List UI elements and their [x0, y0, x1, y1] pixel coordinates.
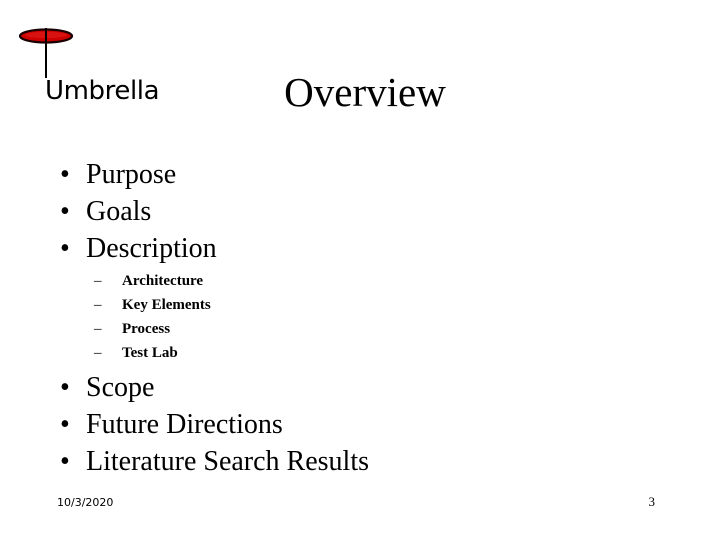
bullet-marker-icon: • [60, 196, 70, 227]
dash-marker-icon: – [94, 321, 102, 337]
sub-bullet-item-test-lab: – Test Lab [52, 341, 672, 365]
bullet-marker-icon: • [60, 159, 70, 190]
bullet-label: Scope [86, 372, 155, 403]
bullet-item-future-directions: • Future Directions [52, 406, 672, 443]
bullet-marker-icon: • [60, 446, 70, 477]
dash-marker-icon: – [94, 297, 102, 313]
bullet-item-scope: • Scope [52, 369, 672, 406]
bullet-label: Literature Search Results [86, 446, 370, 477]
sub-bullet-list: – Architecture – Key Elements – Process … [52, 269, 672, 365]
bullet-label: Description [86, 233, 217, 264]
sub-bullet-label: Process [122, 321, 171, 337]
umbrella-logo-label: Umbrella [45, 76, 160, 106]
bullet-item-goals: • Goals [52, 193, 672, 230]
dash-marker-icon: – [94, 273, 102, 289]
bullet-marker-icon: • [60, 372, 70, 403]
sub-bullet-label: Test Lab [122, 345, 178, 361]
sub-bullet-label: Architecture [122, 273, 204, 289]
footer-date: 10/3/2020 [57, 496, 114, 509]
bullet-label: Goals [86, 196, 152, 227]
bullet-label: Future Directions [86, 409, 283, 440]
bullet-marker-icon: • [60, 233, 70, 264]
slide-title: Overview [284, 69, 446, 115]
sub-bullet-item-key-elements: – Key Elements [52, 293, 672, 317]
bullet-item-description: • Description [52, 230, 672, 267]
bullet-label: Purpose [86, 159, 177, 190]
dash-marker-icon: – [94, 345, 102, 361]
sub-bullet-item-process: – Process [52, 317, 672, 341]
sub-bullet-label: Key Elements [122, 297, 211, 313]
bullet-item-literature-search-results: • Literature Search Results [52, 443, 672, 480]
bullet-item-purpose: • Purpose [52, 156, 672, 193]
sub-bullet-item-architecture: – Architecture [52, 269, 672, 293]
presentation-slide: Umbrella Overview • Purpose • Goals • De… [0, 0, 720, 540]
footer-page-number: 3 [648, 494, 656, 509]
slide-body: • Purpose • Goals • Description – Archit… [52, 156, 672, 480]
bullet-marker-icon: • [60, 409, 70, 440]
